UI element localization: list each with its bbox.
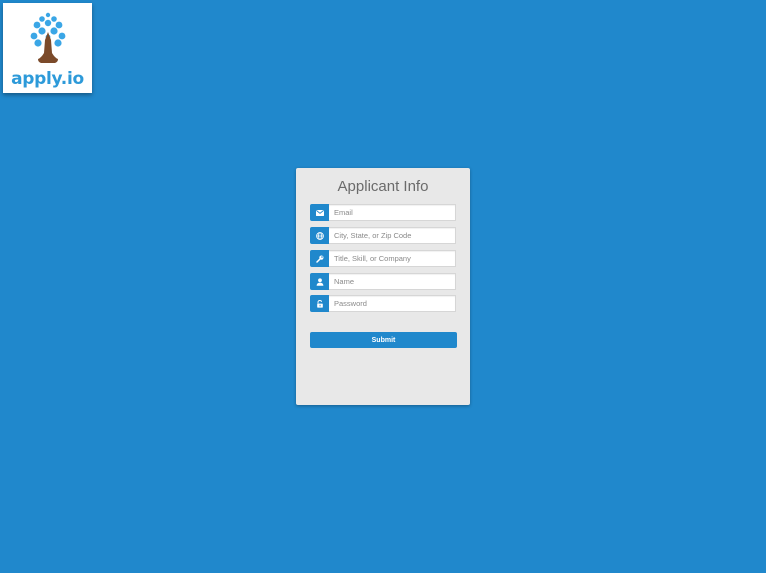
location-input[interactable] (329, 227, 456, 244)
envelope-icon (310, 204, 329, 221)
email-field (310, 204, 456, 221)
submit-button[interactable]: Submit (310, 332, 457, 348)
password-field (310, 295, 456, 312)
wrench-icon (310, 250, 329, 267)
page-background: apply.io Applicant Info Email City, Stat… (0, 0, 766, 573)
user-icon (310, 273, 329, 290)
title-skill-input[interactable] (329, 250, 456, 267)
password-input[interactable] (329, 295, 456, 312)
tree-logo-icon (30, 12, 66, 63)
logo-text: apply.io (11, 69, 84, 89)
logo[interactable]: apply.io (3, 3, 92, 93)
applicant-form-card: Applicant Info Email City, State, or Zip… (296, 168, 470, 405)
globe-icon (310, 227, 329, 244)
name-input[interactable] (329, 273, 456, 290)
name-field (310, 273, 456, 290)
email-input[interactable] (329, 204, 456, 221)
title-skill-field (310, 250, 456, 267)
location-field (310, 227, 456, 244)
unlock-icon (310, 295, 329, 312)
form-title: Applicant Info (337, 178, 429, 195)
